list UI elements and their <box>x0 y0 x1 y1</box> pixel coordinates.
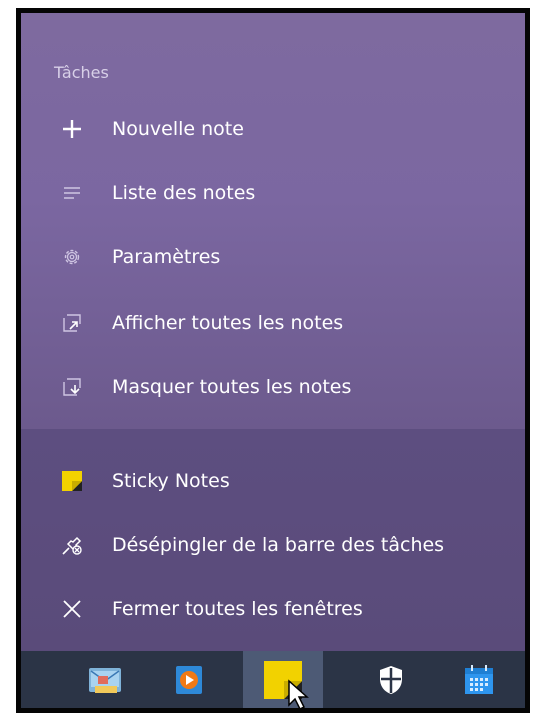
menu-item-label: Sticky Notes <box>112 470 230 492</box>
close-icon <box>57 594 87 624</box>
mouse-cursor-icon <box>287 679 309 708</box>
menu-item-label: Liste des notes <box>112 182 256 204</box>
taskbar-calendar-app[interactable] <box>439 651 519 708</box>
menu-item-new-note[interactable]: Nouvelle note <box>21 103 525 155</box>
menu-item-close-all[interactable]: Fermer toutes les fenêtres <box>21 583 525 635</box>
menu-item-hide-all-notes[interactable]: Masquer toutes les notes <box>21 361 525 413</box>
sticky-notes-app-icon <box>57 466 87 496</box>
menu-item-unpin[interactable]: Désépingler de la barre des tâches <box>21 519 525 571</box>
taskbar-security-app[interactable] <box>351 651 431 708</box>
menu-item-label: Désépingler de la barre des tâches <box>112 534 445 556</box>
mail-icon <box>85 662 125 702</box>
taskbar-sticky-notes[interactable] <box>243 651 323 708</box>
menu-item-sticky-notes[interactable]: Sticky Notes <box>21 455 525 507</box>
tasks-section-title: Tâches <box>54 63 109 82</box>
calendar-icon <box>462 663 496 701</box>
menu-item-label: Paramètres <box>112 246 221 268</box>
menu-item-label: Masquer toutes les notes <box>112 376 352 398</box>
tasks-section: Tâches Nouvelle note Liste des notes Par… <box>21 13 525 429</box>
menu-item-settings[interactable]: Paramètres <box>21 231 525 283</box>
plus-icon <box>57 114 87 144</box>
show-notes-icon <box>57 308 87 338</box>
taskbar <box>21 651 525 708</box>
taskbar-mail-app[interactable] <box>65 651 145 708</box>
menu-item-label: Fermer toutes les fenêtres <box>112 598 363 620</box>
gear-icon <box>57 242 87 272</box>
list-icon <box>57 178 87 208</box>
menu-item-show-all-notes[interactable]: Afficher toutes les notes <box>21 297 525 349</box>
media-player-icon <box>172 663 206 701</box>
menu-item-label: Afficher toutes les notes <box>112 312 344 334</box>
shield-icon <box>376 664 406 700</box>
taskbar-media-app[interactable] <box>149 651 229 708</box>
menu-item-label: Nouvelle note <box>112 118 244 140</box>
hide-notes-icon <box>57 372 87 402</box>
jump-list-window: Tâches Nouvelle note Liste des notes Par… <box>16 8 530 713</box>
menu-item-notes-list[interactable]: Liste des notes <box>21 167 525 219</box>
unpin-icon <box>57 530 87 560</box>
pinned-section: Sticky Notes Désépingler de la barre des… <box>21 429 525 651</box>
